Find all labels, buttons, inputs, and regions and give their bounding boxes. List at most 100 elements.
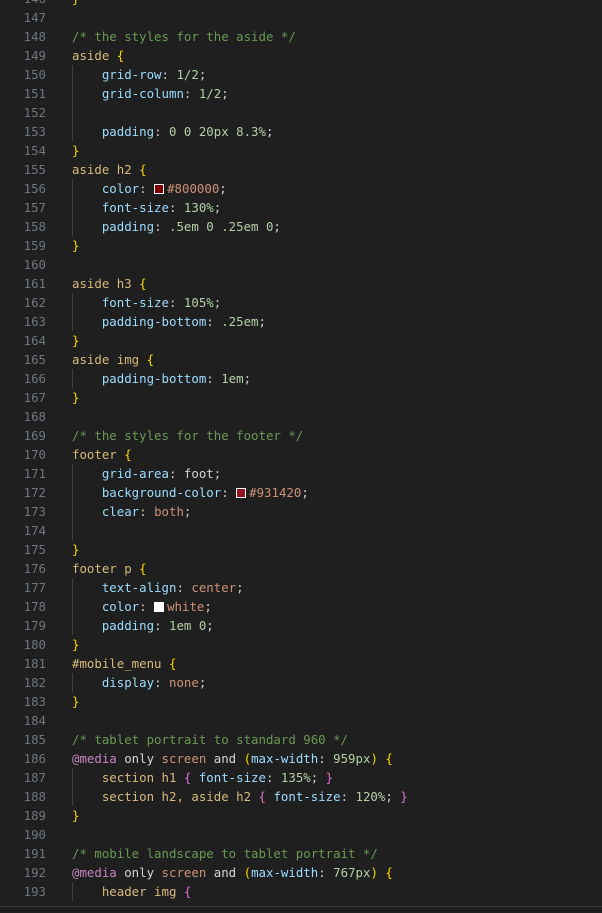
- code-token: display: [101, 675, 155, 690]
- code-line[interactable]: 184: [0, 711, 602, 730]
- code-token: 767px: [333, 865, 371, 880]
- code-line[interactable]: 190: [0, 825, 602, 844]
- code-editor[interactable]: 146} 147 148 /* the styles for the aside */…: [0, 0, 602, 901]
- indent-guide: [72, 597, 73, 616]
- code-token: ;: [204, 599, 212, 614]
- code-line[interactable]: 158 padding: .5em 0 .25em 0;: [0, 217, 602, 236]
- code-line[interactable]: 150 grid-row: 1/2;: [0, 65, 602, 84]
- code-line[interactable]: 166 padding-bottom: 1em;: [0, 369, 602, 388]
- line-number: 157: [23, 200, 46, 215]
- code-text: aside h2 {: [46, 160, 147, 179]
- code-line[interactable]: 155 aside h2 {: [0, 160, 602, 179]
- code-line[interactable]: 172 background-color: #931420;: [0, 483, 602, 502]
- code-line[interactable]: 179 padding: 1em 0;: [0, 616, 602, 635]
- code-line[interactable]: 189}: [0, 806, 602, 825]
- code-line[interactable]: 176 footer p {: [0, 559, 602, 578]
- code-line[interactable]: 188 section h2, aside h2 { font-size: 12…: [0, 787, 602, 806]
- line-number: 165: [23, 352, 46, 367]
- code-token: ;: [213, 200, 222, 215]
- code-token: :: [176, 580, 192, 595]
- code-token: #931420: [249, 485, 302, 500]
- code-line[interactable]: 181 #mobile_menu {: [0, 654, 602, 673]
- code-token: section h2, aside h2: [101, 789, 259, 804]
- code-token: {: [385, 865, 393, 880]
- code-line[interactable]: 147: [0, 8, 602, 27]
- code-text: text-align: center;: [46, 578, 244, 597]
- code-line[interactable]: 164}: [0, 331, 602, 350]
- code-token: {: [116, 48, 125, 63]
- code-line[interactable]: 153 padding: 0 0 20px 8.3%;: [0, 122, 602, 141]
- code-line[interactable]: 182 display: none;: [0, 673, 602, 692]
- code-line[interactable]: 186 @media only screen and (max-width: 95…: [0, 749, 602, 768]
- code-line[interactable]: 159}: [0, 236, 602, 255]
- code-token: (: [243, 751, 252, 766]
- code-line[interactable]: 151 grid-column: 1/2;: [0, 84, 602, 103]
- line-number: 185: [23, 732, 46, 747]
- indent-guide: [72, 198, 73, 217]
- code-line[interactable]: 171 grid-area: foot;: [0, 464, 602, 483]
- code-token: :: [154, 675, 169, 690]
- code-line[interactable]: 163 padding-bottom: .25em;: [0, 312, 602, 331]
- code-text: color: #800000;: [46, 179, 227, 198]
- code-line[interactable]: 156 color: #800000;: [0, 179, 602, 198]
- code-token: /* the styles for the aside */: [72, 29, 296, 44]
- code-line[interactable]: 146}: [0, 0, 602, 8]
- color-swatch-icon[interactable]: [236, 488, 247, 498]
- code-line[interactable]: 149 aside {: [0, 46, 602, 65]
- code-token: :: [318, 865, 334, 880]
- code-line[interactable]: 165 aside img {: [0, 350, 602, 369]
- code-token: }: [72, 143, 80, 158]
- code-line[interactable]: 148 /* the styles for the aside */: [0, 27, 602, 46]
- line-number: 188: [23, 789, 46, 804]
- code-line[interactable]: 178 color: white;: [0, 597, 602, 616]
- code-token: padding: [101, 124, 155, 139]
- color-swatch-icon[interactable]: [154, 184, 165, 194]
- code-token: ;: [301, 485, 309, 500]
- code-text: padding: 0 0 20px 8.3%;: [46, 122, 274, 141]
- code-line[interactable]: 167}: [0, 388, 602, 407]
- code-token: footer p: [72, 561, 140, 576]
- code-line[interactable]: 161 aside h3 {: [0, 274, 602, 293]
- code-token: and: [206, 751, 244, 766]
- code-line[interactable]: 162 font-size: 105%;: [0, 293, 602, 312]
- code-line[interactable]: 160: [0, 255, 602, 274]
- code-line[interactable]: 193 header img {: [0, 882, 602, 901]
- code-token: max-width: [251, 751, 319, 766]
- code-token: :: [318, 751, 334, 766]
- code-text: /* the styles for the footer */: [46, 426, 303, 445]
- line-number: 147: [23, 10, 46, 25]
- code-line[interactable]: 187 section h1 { font-size: 135%; }: [0, 768, 602, 787]
- code-line[interactable]: 170 footer {: [0, 445, 602, 464]
- code-line[interactable]: 175}: [0, 540, 602, 559]
- code-line[interactable]: 154}: [0, 141, 602, 160]
- code-token: aside h3: [72, 276, 140, 291]
- code-text: padding: .5em 0 .25em 0;: [46, 217, 281, 236]
- code-line[interactable]: 152: [0, 103, 602, 122]
- code-token: :: [168, 295, 184, 310]
- code-token: 959px: [333, 751, 371, 766]
- line-number: 170: [23, 447, 46, 462]
- indent-guide: [72, 464, 73, 483]
- code-line[interactable]: 169 /* the styles for the footer */: [0, 426, 602, 445]
- code-line[interactable]: 185 /* tablet portrait to standard 960 */: [0, 730, 602, 749]
- code-line[interactable]: 157 font-size: 130%;: [0, 198, 602, 217]
- line-number: 148: [23, 29, 46, 44]
- code-token: ;: [198, 675, 207, 690]
- code-line[interactable]: 177 text-align: center;: [0, 578, 602, 597]
- indent-guide: [72, 787, 73, 806]
- color-swatch-icon[interactable]: [154, 602, 165, 612]
- code-line[interactable]: 192 @media only screen and (max-width: 76…: [0, 863, 602, 882]
- code-line[interactable]: 173 clear: both;: [0, 502, 602, 521]
- code-token: :: [154, 219, 169, 234]
- code-line[interactable]: 191 /* mobile landscape to tablet portrai…: [0, 844, 602, 863]
- code-line[interactable]: 183}: [0, 692, 602, 711]
- code-line[interactable]: 174: [0, 521, 602, 540]
- code-line[interactable]: 180}: [0, 635, 602, 654]
- line-number: 159: [23, 238, 46, 253]
- code-token: background-color: [101, 485, 222, 500]
- code-line[interactable]: 168: [0, 407, 602, 426]
- code-token: {: [385, 751, 393, 766]
- code-text: /* the styles for the aside */: [46, 27, 296, 46]
